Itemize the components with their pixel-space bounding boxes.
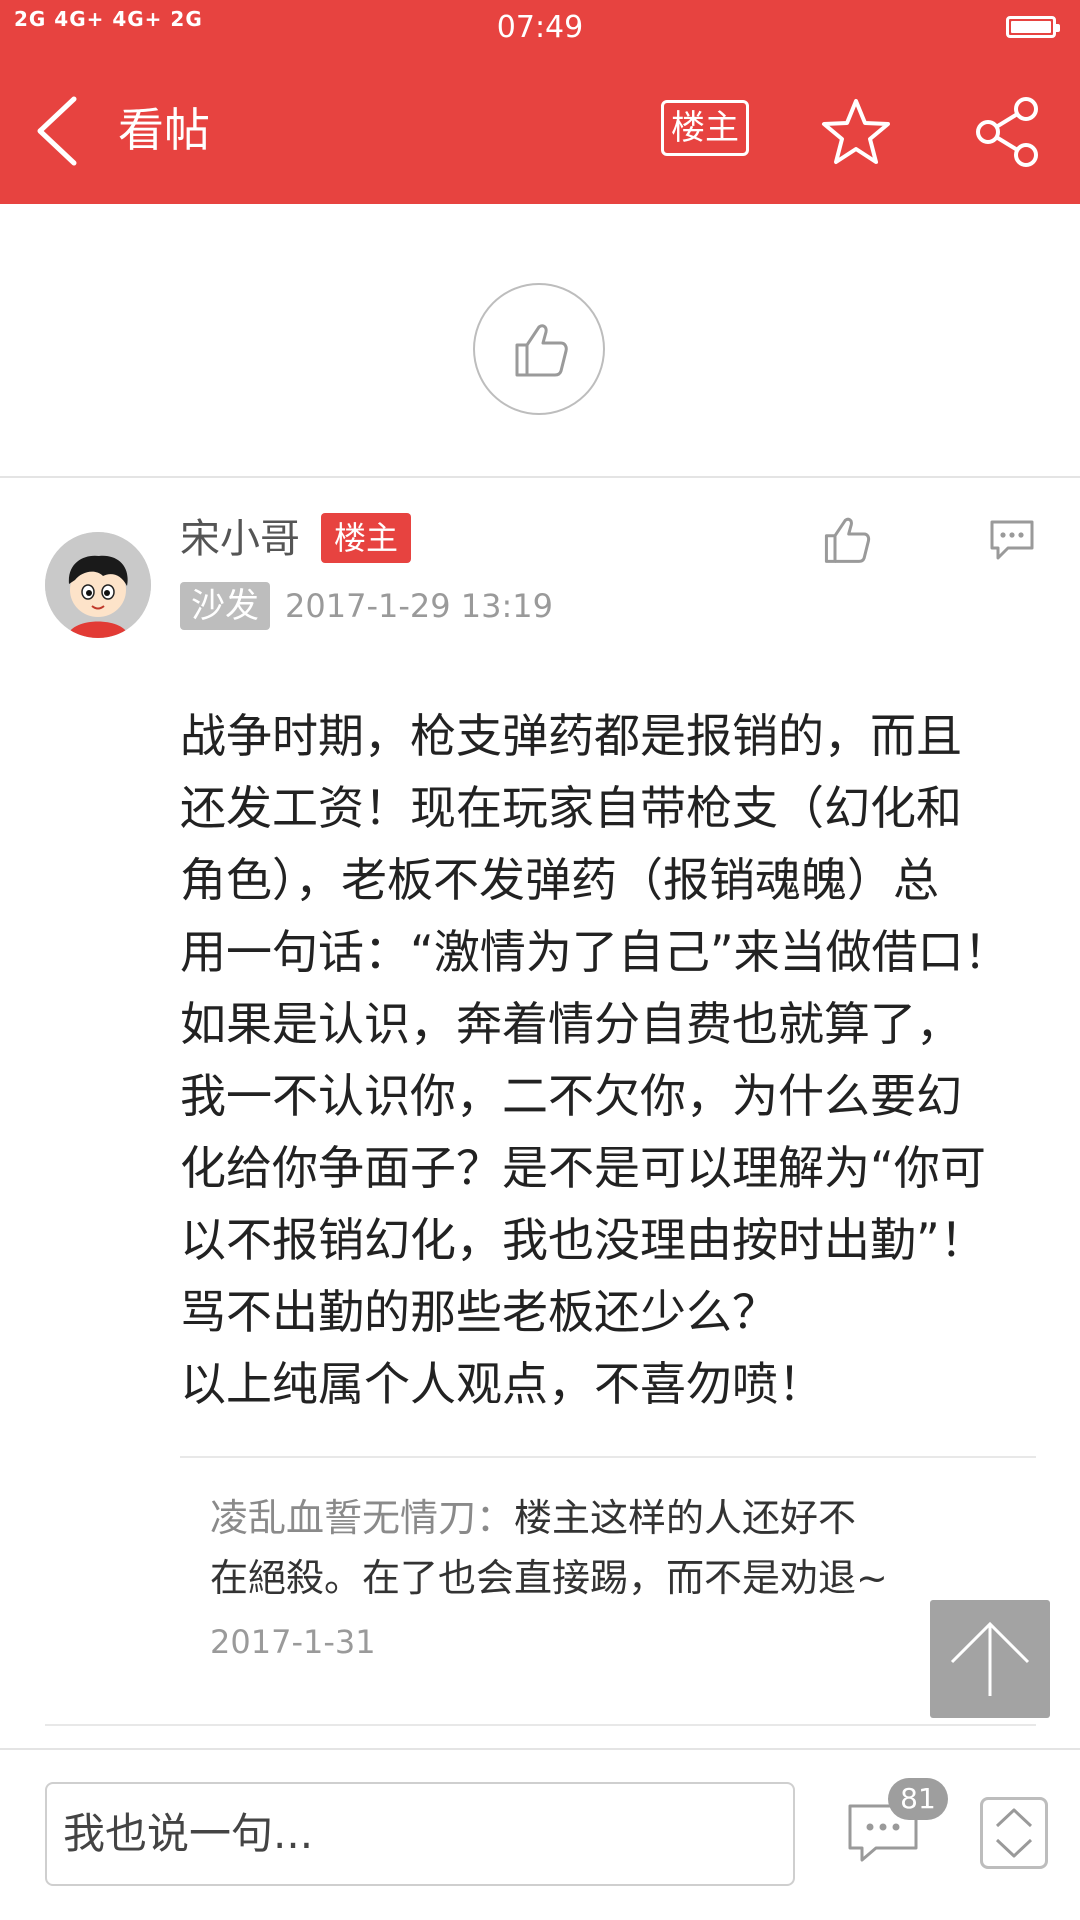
avatar-image <box>45 532 151 638</box>
status-time: 07:49 <box>496 10 584 45</box>
page-title: 看帖 <box>118 103 210 157</box>
comment-icon <box>990 520 1034 560</box>
like-thread-button[interactable] <box>473 283 605 415</box>
post-line: 化给你争面子？是不是可以理解为“你可 <box>180 1141 986 1195</box>
share-button[interactable] <box>970 96 1042 168</box>
reply-text: 在絕殺。在了也会直接踢，而不是劝退~ <box>210 1556 888 1600</box>
reply-author[interactable]: 凌乱血誓无情刀： <box>210 1496 514 1540</box>
thumbs-up-icon <box>515 324 568 377</box>
post-line: 如果是认识，奔着情分自费也就算了， <box>180 997 962 1051</box>
scroll-to-top-button[interactable] <box>930 1600 1050 1718</box>
page-nav-button[interactable] <box>980 1797 1048 1869</box>
comment-input[interactable]: 我也说一句... <box>45 1782 795 1886</box>
post-line: 还发工资！现在玩家自带枪支（幻化和 <box>180 781 962 835</box>
reply-date: 2017-1-31 <box>210 1623 376 1661</box>
divider <box>0 476 1080 478</box>
battery-icon <box>1006 16 1060 38</box>
post-reply-button[interactable] <box>988 518 1036 562</box>
reply-first-line: 凌乱血誓无情刀：楼主这样的人还好不 <box>210 1488 990 1548</box>
reply-text: 楼主这样的人还好不 <box>514 1496 857 1540</box>
up-down-icon <box>995 1808 1033 1858</box>
avatar[interactable] <box>45 532 151 638</box>
back-arrow-icon <box>37 96 77 166</box>
status-bar: 2G 4G+ 4G+ 2G 07:49 <box>0 0 1080 58</box>
favorite-button[interactable] <box>820 96 892 168</box>
share-icon <box>976 97 1038 167</box>
username[interactable]: 宋小哥 <box>180 512 300 566</box>
reply-item[interactable]: 凌乱血誓无情刀：楼主这样的人还好不 在絕殺。在了也会直接踢，而不是劝退~ <box>210 1488 990 1608</box>
floor-badge: 沙发 <box>180 582 270 630</box>
thumbs-up-icon <box>824 517 871 563</box>
comment-count-badge: 81 <box>888 1778 948 1820</box>
post-line: 以上纯属个人观点，不喜勿喷！ <box>180 1357 824 1411</box>
post-line: 以不报销幻化，我也没理由按时出勤”！ <box>180 1213 986 1267</box>
app-header: 看帖 楼主 <box>0 58 1080 204</box>
star-icon <box>822 99 890 164</box>
post-line: 战争时期，枪支弹药都是报销的，而且 <box>180 709 962 763</box>
back-button[interactable] <box>30 93 100 169</box>
post-line: 角色），老板不发弹药（报销魂魄）总 <box>180 853 939 907</box>
post-line: 骂不出勤的那些老板还少么？ <box>180 1285 778 1339</box>
op-only-button[interactable]: 楼主 <box>661 100 749 156</box>
post-content: 战争时期，枪支弹药都是报销的，而且 还发工资！现在玩家自带枪支（幻化和 角色），… <box>180 700 1020 1420</box>
arrow-up-icon <box>950 1621 1030 1696</box>
post-line: 我一不认识你，二不欠你，为什么要幻 <box>180 1069 962 1123</box>
divider <box>180 1456 1036 1458</box>
post-timestamp: 2017-1-29 13:19 <box>285 587 553 625</box>
divider <box>45 1724 1036 1726</box>
post-line: 用一句话：“激情为了自己”来当做借口！ <box>180 925 1010 979</box>
op-badge: 楼主 <box>321 513 411 563</box>
post-like-button[interactable] <box>823 515 871 565</box>
